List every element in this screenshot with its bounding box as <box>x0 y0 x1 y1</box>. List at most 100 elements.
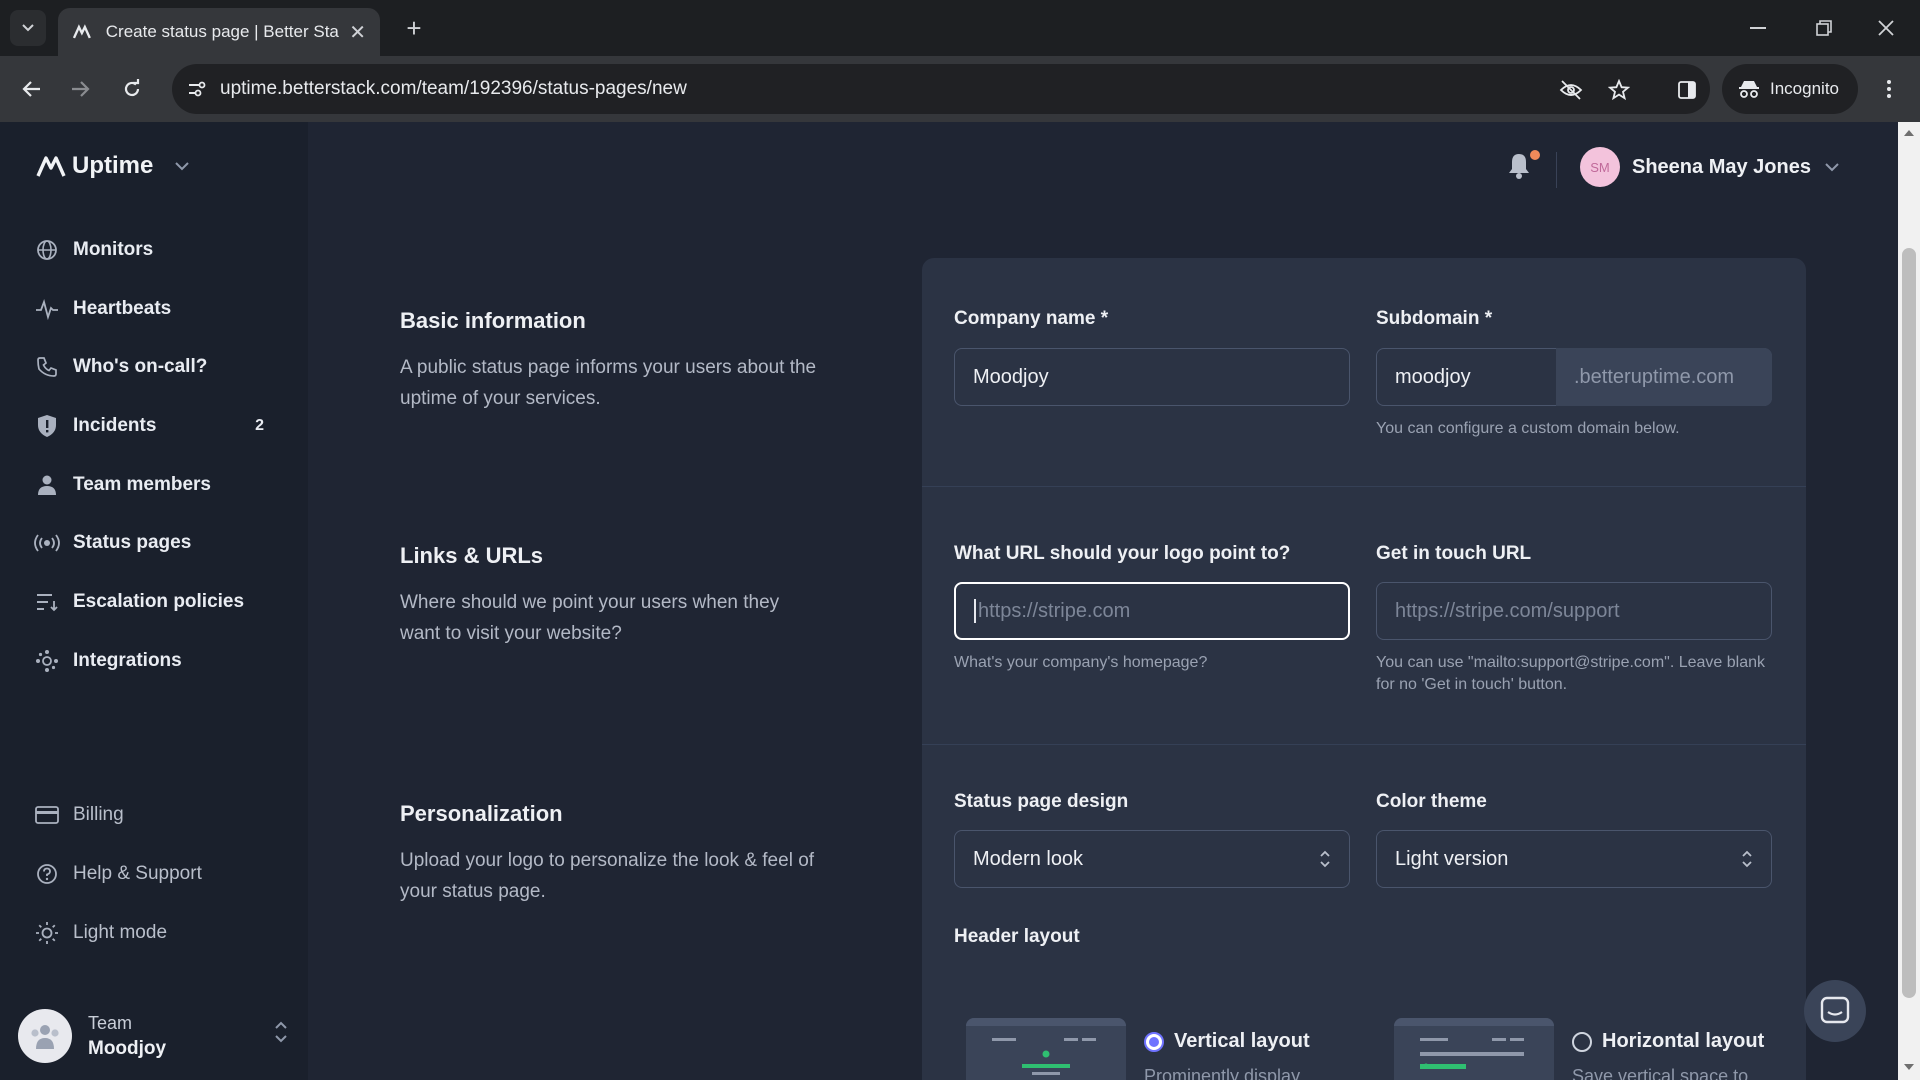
notifications-button[interactable] <box>1506 150 1540 182</box>
minimize-icon[interactable] <box>1738 12 1778 44</box>
sidebar-item-label: Heartbeats <box>73 298 172 319</box>
team-people-icon <box>31 1025 59 1049</box>
scrollbar-thumb[interactable] <box>1902 248 1916 998</box>
vertical-layout-radio[interactable] <box>1144 1031 1164 1052</box>
scroll-up-icon[interactable] <box>1903 128 1915 138</box>
sidebar-item-escalation-policies[interactable]: Escalation policies <box>34 582 274 622</box>
sidebar-item-billing[interactable]: Billing <box>34 795 274 835</box>
broadcast-icon <box>34 530 60 556</box>
escalation-icon <box>34 589 60 615</box>
sidebar-item-help-support[interactable]: Help & Support <box>34 854 274 894</box>
browser-toolbar: uptime.betterstack.com/team/192396/statu… <box>0 56 1920 122</box>
theme-select[interactable]: Light version <box>1376 830 1772 888</box>
browser-menu-icon[interactable] <box>1876 76 1902 102</box>
notification-dot <box>1530 150 1540 160</box>
sidebar-item-integrations[interactable]: Integrations <box>34 641 274 681</box>
vertical-layout-description: Prominently display <box>1144 1066 1301 1080</box>
header-layout-label: Header layout <box>954 926 1080 947</box>
sidebar-item-whos-on-call[interactable]: Who's on-call? <box>34 347 274 387</box>
close-window-icon[interactable] <box>1866 12 1906 44</box>
section-title-personalization: Personalization <box>400 801 563 826</box>
contact-url-input[interactable]: https://stripe.com/support <box>1376 582 1772 640</box>
incognito-indicator[interactable]: Incognito <box>1722 64 1858 114</box>
contact-url-placeholder: https://stripe.com/support <box>1395 599 1620 622</box>
incognito-icon <box>1739 81 1759 98</box>
sidebar-item-label: Help & Support <box>73 863 202 884</box>
horizontal-layout-preview[interactable] <box>1394 1018 1554 1080</box>
sidebar-item-label: Monitors <box>73 239 154 260</box>
team-switcher[interactable]: Team Moodjoy <box>18 1002 288 1070</box>
sidebar-item-label: Integrations <box>73 650 182 671</box>
status-page-form: Company name * Moodjoy Subdomain * moodj… <box>922 258 1806 1080</box>
contact-url-help: You can use "mailto:support@stripe.com".… <box>1376 654 1765 693</box>
site-settings-icon[interactable] <box>184 77 210 101</box>
sidebar-item-label: Escalation policies <box>73 591 245 612</box>
horizontal-layout-option[interactable]: Horizontal layout <box>1572 1030 1764 1053</box>
back-icon[interactable] <box>16 73 48 105</box>
chat-icon <box>1820 996 1850 1024</box>
sidebar-item-monitors[interactable]: Monitors <box>34 230 274 270</box>
forward-icon[interactable] <box>64 73 96 105</box>
incognito-label: Incognito <box>1770 79 1839 98</box>
subdomain-help: You can configure a custom domain below. <box>1376 420 1680 437</box>
support-chat-button[interactable] <box>1804 980 1866 1042</box>
sidebar-item-team-members[interactable]: Team members <box>34 465 274 505</box>
theme-label: Color theme <box>1376 791 1487 812</box>
bookmark-star-icon[interactable] <box>1606 77 1632 103</box>
company-name-value: Moodjoy <box>973 365 1049 388</box>
section-title-links: Links & URLs <box>400 543 544 568</box>
integrations-icon <box>34 648 60 674</box>
horizontal-layout-radio[interactable] <box>1572 1031 1592 1052</box>
team-name: Moodjoy <box>88 1037 167 1059</box>
side-panel-icon[interactable] <box>1674 77 1700 103</box>
page-scrollbar[interactable] <box>1898 122 1920 1080</box>
sidebar-item-light-mode[interactable]: Light mode <box>34 913 274 953</box>
chevron-down-icon <box>175 161 190 170</box>
user-menu[interactable]: SM Sheena May Jones <box>1580 146 1839 188</box>
sidebar-item-heartbeats[interactable]: Heartbeats <box>34 289 274 329</box>
vertical-layout-preview[interactable] <box>966 1018 1126 1080</box>
sidebar-item-label: Status pages <box>73 532 192 553</box>
close-tab-icon[interactable]: ✕ <box>349 20 366 45</box>
company-name-field[interactable]: Moodjoy <box>954 348 1350 406</box>
eye-off-icon[interactable] <box>1558 77 1584 103</box>
chevron-down-icon <box>22 24 34 32</box>
logo-url-label: What URL should your logo point to? <box>954 543 1291 564</box>
text-caret <box>974 599 976 623</box>
select-arrows-icon <box>1320 850 1330 868</box>
product-switcher[interactable]: Uptime <box>36 152 190 180</box>
sidebar-item-label: Team members <box>73 474 211 495</box>
logo-url-help: What's your company's homepage? <box>954 654 1208 671</box>
sidebar-item-status-pages[interactable]: Status pages <box>34 523 274 563</box>
browser-tab[interactable]: Create status page | Better Stac ✕ <box>58 8 380 56</box>
select-arrows-icon <box>1742 850 1752 868</box>
design-select[interactable]: Modern look <box>954 830 1350 888</box>
sidebar-item-incidents[interactable]: Incidents 2 <box>34 406 274 446</box>
help-icon <box>34 861 60 887</box>
scroll-down-icon[interactable] <box>1903 1062 1915 1072</box>
betterstack-favicon-icon <box>72 24 91 39</box>
design-label: Status page design <box>954 791 1129 812</box>
vertical-layout-option[interactable]: Vertical layout <box>1144 1030 1310 1053</box>
horizontal-layout-label: Horizontal layout <box>1602 1030 1765 1052</box>
tab-search-button[interactable] <box>10 10 46 46</box>
shield-icon <box>34 413 60 439</box>
section-title-basic: Basic information <box>400 308 586 333</box>
address-bar[interactable]: uptime.betterstack.com/team/192396/statu… <box>172 64 1710 114</box>
card-icon <box>34 802 60 828</box>
new-tab-button[interactable]: + <box>398 12 430 44</box>
section-divider <box>922 744 1806 745</box>
vertical-layout-label: Vertical layout <box>1174 1030 1310 1052</box>
logo-url-input[interactable]: https://stripe.com <box>954 582 1350 640</box>
subdomain-suffix: .betteruptime.com <box>1556 348 1772 406</box>
globe-icon <box>34 237 60 263</box>
restore-icon[interactable] <box>1804 12 1844 44</box>
url-text: uptime.betterstack.com/team/192396/statu… <box>220 78 687 99</box>
reload-icon[interactable] <box>116 73 148 105</box>
sidebar-item-label: Incidents <box>73 415 157 436</box>
section-divider <box>922 486 1806 487</box>
horizontal-layout-description: Save vertical space to <box>1572 1066 1749 1080</box>
heartbeat-icon <box>34 296 60 322</box>
vertical-layout-thumbnail-icon <box>966 1018 1126 1075</box>
app-content: Uptime Monitors Heartbeats Who's on-call… <box>0 122 1898 1080</box>
